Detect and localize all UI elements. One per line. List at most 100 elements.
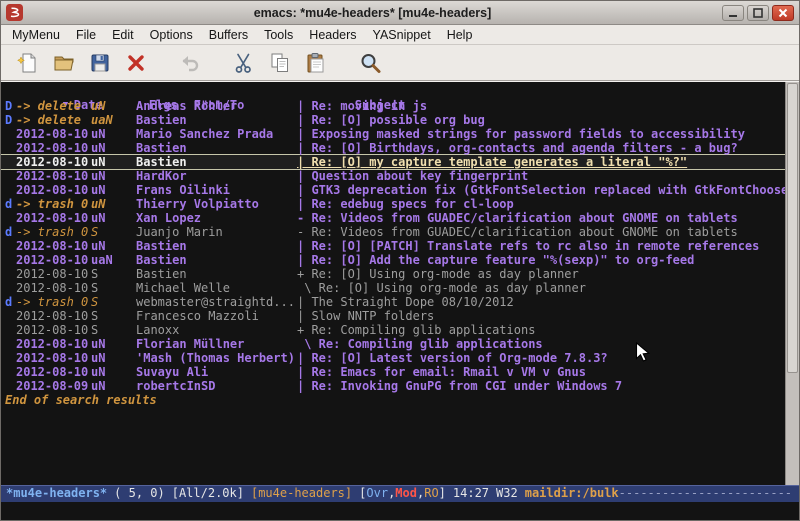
modeline-buffer-name: *mu4e-headers*: [6, 486, 107, 500]
title-bar[interactable]: emacs: *mu4e-headers* [mu4e-headers]: [1, 1, 799, 25]
message-row[interactable]: d-> trash 0SJuanjo Marin- Re: Videos fro…: [1, 225, 785, 239]
message-row[interactable]: 2012-08-10SFrancesco Mazzoli| Slow NNTP …: [1, 309, 785, 323]
message-row[interactable]: d-> trash 0uNThierry Volpiatto| Re: edeb…: [1, 197, 785, 211]
message-row[interactable]: 2012-08-10uNFrans Oilinki| GTK3 deprecat…: [1, 183, 785, 197]
scrollbar[interactable]: [785, 82, 799, 485]
from-cell: Michael Welle: [136, 281, 297, 295]
subject-cell: | Re: [O] Birthdays, org-contacts and ag…: [297, 141, 738, 155]
message-row[interactable]: 2012-08-10SMichael Welle \ Re: [O] Using…: [1, 281, 785, 295]
undo-icon[interactable]: [175, 48, 205, 78]
scrollbar-thumb[interactable]: [787, 83, 798, 373]
subject-cell: | Re: [O] possible org bug: [297, 113, 485, 127]
close-buffer-icon[interactable]: [121, 48, 151, 78]
message-row[interactable]: D-> deleteuaNBastien| Re: [O] possible o…: [1, 113, 785, 127]
message-row[interactable]: 2012-08-10SLanoxx+ Re: Compiling glib ap…: [1, 323, 785, 337]
subject-cell: | Re: [O] [PATCH] Translate refs to rc a…: [297, 239, 759, 253]
message-row[interactable]: 2012-08-10uNBastien| Re: [O] [PATCH] Tra…: [1, 239, 785, 253]
subject-cell: + Re: Compiling glib applications: [297, 323, 535, 337]
flags-cell: uN: [91, 211, 136, 225]
menu-mymenu[interactable]: MyMenu: [4, 26, 68, 44]
copy-icon[interactable]: [265, 48, 295, 78]
menu-options[interactable]: Options: [142, 26, 201, 44]
mark-cell: d: [5, 225, 16, 239]
menu-headers[interactable]: Headers: [301, 26, 364, 44]
from-cell: Bastien: [136, 239, 297, 253]
menu-tools[interactable]: Tools: [256, 26, 301, 44]
date-cell: 2012-08-10: [16, 239, 91, 253]
paste-icon[interactable]: [301, 48, 331, 78]
maximize-button[interactable]: [747, 5, 769, 21]
flags-cell: uN: [91, 169, 136, 183]
date-cell: -> trash 0: [16, 295, 91, 309]
message-row[interactable]: 2012-08-10uNSuvayu Ali| Re: Emacs for em…: [1, 365, 785, 379]
date-cell: 2012-08-10: [16, 155, 91, 169]
message-row[interactable]: 2012-08-10uaNBastien| Re: [O] Add the ca…: [1, 253, 785, 267]
toolbar-separator: [211, 48, 229, 78]
buffer-window[interactable]: ▼DateFlgsFrom/ToSubject D-> deleteuNAndr…: [1, 82, 785, 485]
message-row[interactable]: 2012-08-10uNBastien| Re: [O] Birthdays, …: [1, 141, 785, 155]
message-row[interactable]: 2012-08-10uN'Mash (Thomas Herbert)| Re: …: [1, 351, 785, 365]
new-file-icon[interactable]: [13, 48, 43, 78]
message-row[interactable]: 2012-08-10uNXan Lopez- Re: Videos from G…: [1, 211, 785, 225]
subject-cell: | Re: edebug specs for cl-loop: [297, 197, 514, 211]
date-cell: 2012-08-10: [16, 309, 91, 323]
from-cell: Mario Sanchez Prada: [136, 127, 297, 141]
modeline-status: [Ovr,Mod,RO]: [359, 486, 446, 500]
date-cell: 2012-08-10: [16, 337, 91, 351]
subject-cell: | The Straight Dope 08/10/2012: [297, 295, 514, 309]
echo-area: [1, 502, 799, 520]
message-row[interactable]: 2012-08-10uNBastien| Re: [O] my capture …: [1, 155, 785, 169]
from-cell: Bastien: [136, 141, 297, 155]
modeline-major-mode: [mu4e-headers]: [251, 486, 352, 500]
flags-cell: uN: [91, 141, 136, 155]
menu-edit[interactable]: Edit: [104, 26, 142, 44]
from-cell: Bastien: [136, 155, 297, 169]
open-file-icon[interactable]: [49, 48, 79, 78]
window-title: emacs: *mu4e-headers* [mu4e-headers]: [23, 6, 722, 20]
subject-cell: | Re: Emacs for email: Rmail v VM v Gnus: [297, 365, 586, 379]
flags-cell: uN: [91, 127, 136, 141]
flags-cell: uN: [91, 155, 136, 169]
date-cell: 2012-08-10: [16, 211, 91, 225]
subject-cell: | Re: moving in js: [297, 99, 427, 113]
flags-cell: uN: [91, 351, 136, 365]
message-row[interactable]: 2012-08-10uNMario Sanchez Prada| Exposin…: [1, 127, 785, 141]
mark-cell: d: [5, 197, 16, 211]
message-row[interactable]: 2012-08-10uNFlorian Müllner \ Re: Compil…: [1, 337, 785, 351]
menu-file[interactable]: File: [68, 26, 104, 44]
toolbar-separator: [157, 48, 175, 78]
subject-cell: | Exposing masked strings for password f…: [297, 127, 745, 141]
message-row[interactable]: 2012-08-09uNrobertcInSD| Re: Invoking Gn…: [1, 379, 785, 393]
from-cell: HardKor: [136, 169, 297, 183]
search-icon[interactable]: [355, 48, 385, 78]
from-cell: Xan Lopez: [136, 211, 297, 225]
menu-yasnippet[interactable]: YASnippet: [365, 26, 439, 44]
date-cell: -> delete: [16, 113, 91, 127]
subject-cell: | Slow NNTP folders: [297, 309, 434, 323]
subject-cell: | GTK3 deprecation fix (GtkFontSelection…: [297, 183, 785, 197]
subject-cell: | Re: [O] my capture template generates …: [297, 155, 687, 169]
date-cell: 2012-08-10: [16, 365, 91, 379]
flags-cell: uN: [91, 337, 136, 351]
message-row[interactable]: D-> deleteuNAndreas Röhler| Re: moving i…: [1, 99, 785, 113]
from-cell: robertcInSD: [136, 379, 297, 393]
date-cell: 2012-08-10: [16, 267, 91, 281]
save-icon[interactable]: [85, 48, 115, 78]
minimize-button[interactable]: [722, 5, 744, 21]
message-row[interactable]: d-> trash 0Swebmaster@straightd...| The …: [1, 295, 785, 309]
flags-cell: uN: [91, 99, 136, 113]
flags-cell: uN: [91, 365, 136, 379]
flags-cell: uN: [91, 379, 136, 393]
menu-buffers[interactable]: Buffers: [201, 26, 256, 44]
menu-help[interactable]: Help: [439, 26, 481, 44]
subject-cell: | Re: [O] Add the capture feature "%(sex…: [297, 253, 694, 267]
message-row[interactable]: 2012-08-10SBastien+ Re: [O] Using org-mo…: [1, 267, 785, 281]
message-row[interactable]: 2012-08-10uNHardKor| Question about key …: [1, 169, 785, 183]
from-cell: Andreas Röhler: [136, 99, 297, 113]
close-button[interactable]: [772, 5, 794, 21]
emacs-app-icon: [6, 4, 23, 21]
subject-cell: + Re: [O] Using org-mode as day planner: [297, 267, 579, 281]
cut-icon[interactable]: [229, 48, 259, 78]
date-cell: 2012-08-10: [16, 169, 91, 183]
modeline-readonly: RO: [424, 486, 438, 500]
